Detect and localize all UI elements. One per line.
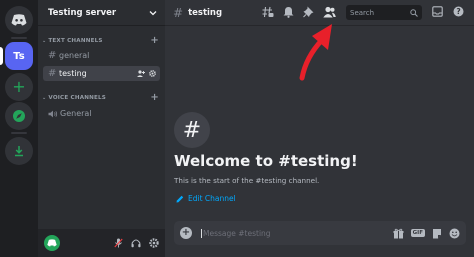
edit-channel-label: Edit Channel	[188, 194, 236, 203]
discord-logo-icon	[11, 14, 27, 26]
annotation-arrow	[299, 24, 332, 81]
search-icon	[410, 8, 418, 17]
avatar[interactable]	[44, 235, 60, 251]
create-channel-plus-icon[interactable]: +	[150, 93, 159, 103]
add-server-button[interactable]: +	[5, 73, 33, 101]
channel-item-testing[interactable]: # testing	[43, 66, 160, 81]
invite-user-icon[interactable]	[137, 70, 145, 77]
chevron-down-icon: ⌄	[42, 95, 47, 101]
header-right-icons: ?	[432, 6, 464, 17]
rail-separator	[11, 37, 27, 39]
message-composer: + Message #testing GIF	[174, 221, 466, 245]
headphones-icon[interactable]	[131, 238, 141, 248]
chevron-down-icon: ⌄	[42, 38, 47, 44]
threads-icon[interactable]	[262, 6, 274, 18]
channel-label: general	[59, 51, 90, 60]
hash-icon: #	[48, 50, 57, 61]
server-rail: Ts +	[0, 0, 38, 257]
channel-sidebar: Testing server ⌄ TEXT CHANNELS + # gener…	[38, 0, 165, 257]
channel-hash-icon: #	[174, 112, 210, 148]
chevron-down-icon	[149, 10, 157, 15]
pencil-icon	[176, 195, 184, 202]
channel-title: testing	[188, 7, 223, 18]
compass-icon	[13, 110, 25, 122]
server-header[interactable]: Testing server	[38, 0, 165, 26]
explore-servers-button[interactable]	[5, 102, 33, 130]
help-icon[interactable]: ?	[453, 6, 464, 17]
svg-text:?: ?	[456, 7, 460, 16]
rail-separator	[11, 132, 27, 134]
message-input[interactable]: Message #testing	[201, 228, 393, 238]
discord-logo-icon	[47, 239, 57, 247]
category-label: TEXT CHANNELS	[48, 38, 103, 44]
category-text-channels[interactable]: ⌄ TEXT CHANNELS +	[42, 36, 159, 46]
gear-icon[interactable]	[149, 70, 156, 77]
plus-icon: +	[12, 77, 26, 96]
gear-icon[interactable]	[149, 238, 159, 248]
download-apps-button[interactable]	[5, 137, 33, 165]
speaker-icon	[48, 110, 58, 117]
discord-home-button[interactable]	[5, 6, 33, 34]
inbox-icon[interactable]	[432, 6, 443, 17]
mic-muted-icon[interactable]	[114, 238, 123, 248]
voice-channel-item-general[interactable]: General	[43, 106, 160, 121]
channel-label: testing	[59, 69, 87, 78]
channel-label: General	[60, 109, 92, 118]
user-panel	[38, 229, 165, 257]
create-channel-plus-icon[interactable]: +	[150, 36, 159, 46]
welcome-subtitle: This is the start of the #testing channe…	[174, 176, 320, 185]
gif-button[interactable]: GIF	[410, 229, 425, 237]
search-input[interactable]: Search	[346, 5, 422, 20]
server-icon-testing[interactable]: Ts	[5, 42, 33, 70]
server-name: Testing server	[48, 7, 117, 18]
attach-plus-icon[interactable]: +	[180, 227, 192, 239]
category-label: VOICE CHANNELS	[48, 95, 107, 101]
emoji-icon[interactable]	[449, 228, 460, 239]
edit-channel-link[interactable]: Edit Channel	[176, 194, 236, 203]
gift-icon[interactable]	[393, 228, 404, 239]
download-icon	[15, 146, 23, 157]
active-server-indicator	[0, 47, 3, 65]
welcome-title: Welcome to #testing!	[174, 152, 358, 170]
sticker-icon[interactable]	[432, 228, 442, 239]
search-placeholder: Search	[350, 8, 375, 17]
hash-icon: #	[48, 68, 57, 79]
category-voice-channels[interactable]: ⌄ VOICE CHANNELS +	[42, 93, 159, 103]
hash-icon: #	[173, 5, 184, 20]
channel-item-general[interactable]: # general	[43, 48, 160, 63]
